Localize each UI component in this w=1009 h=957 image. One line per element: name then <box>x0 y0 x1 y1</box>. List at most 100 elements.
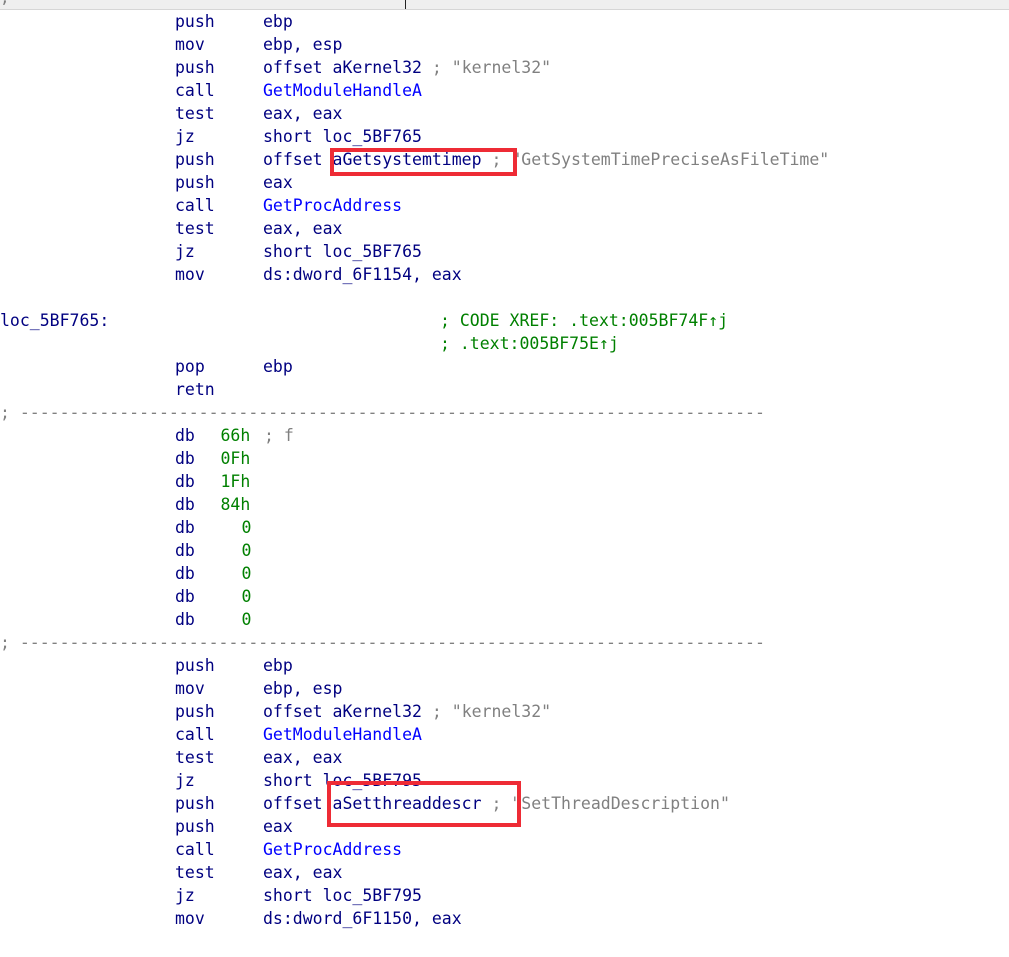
text-caret <box>405 0 406 9</box>
operand-text: ds:dword_6F1154, eax <box>263 265 462 284</box>
operand-text: eax <box>263 173 293 192</box>
db-line[interactable]: db 0 <box>0 585 1009 608</box>
comment: ; f <box>264 426 294 445</box>
api-name[interactable]: GetProcAddress <box>263 840 402 859</box>
mnemonic: test <box>175 104 215 123</box>
operand: GetProcAddress <box>263 838 402 861</box>
asm-line[interactable]: mov ebp, esp <box>0 33 1009 56</box>
operand: ebp <box>263 10 293 33</box>
operand-text: short loc_5BF765 <box>263 127 422 146</box>
mnemonic: call <box>175 725 215 744</box>
api-name[interactable]: GetProcAddress <box>263 196 402 215</box>
xref-comment[interactable]: ; CODE XREF: .text:005BF74F↑j <box>440 309 728 332</box>
highlight-box-getsystemtimep <box>330 148 517 176</box>
mnemonic: push <box>175 12 215 31</box>
api-name[interactable]: GetModuleHandleA <box>263 725 422 744</box>
mnemonic: jz <box>175 771 195 790</box>
code-label[interactable]: loc_5BF765: <box>0 309 109 332</box>
asm-line[interactable]: push ebp <box>0 10 1009 33</box>
asm-line[interactable]: push offset aKernel32 ; "kernel32" <box>0 56 1009 79</box>
operand-text: ebp <box>263 656 293 675</box>
db-line[interactable]: db 0Fh <box>0 447 1009 470</box>
mnemonic: push <box>175 173 215 192</box>
asm-line[interactable]: jz short loc_5BF765 <box>0 240 1009 263</box>
mnemonic: jz <box>175 242 195 261</box>
mnemonic: call <box>175 196 215 215</box>
label-line[interactable]: loc_5BF765: ; CODE XREF: .text:005BF74F↑j <box>0 309 1009 332</box>
db-directive: db <box>175 472 195 491</box>
highlight-box-setthreaddescr <box>327 781 521 827</box>
operand: offset aKernel32 ; "kernel32" <box>263 700 551 723</box>
db-line[interactable]: db 0 <box>0 539 1009 562</box>
db-line[interactable]: db 0 <box>0 516 1009 539</box>
operand: eax, eax <box>263 217 342 240</box>
asm-line[interactable]: pop ebp <box>0 355 1009 378</box>
db-value: 0 <box>241 610 252 629</box>
comment: ; "kernel32" <box>431 58 552 77</box>
operand: eax, eax <box>263 746 342 769</box>
operand: short loc_5BF765 <box>263 125 422 148</box>
asm-line[interactable]: call GetProcAddress <box>0 194 1009 217</box>
xref-line[interactable]: ; .text:005BF75E↑j <box>0 332 1009 355</box>
mnemonic: jz <box>175 886 195 905</box>
xref-comment[interactable]: ; .text:005BF75E↑j <box>440 332 619 355</box>
operand: ebp <box>263 355 293 378</box>
mnemonic: mov <box>175 909 205 928</box>
asm-line[interactable]: call GetProcAddress <box>0 838 1009 861</box>
db-line[interactable]: db 84h <box>0 493 1009 516</box>
operand-text: ebp, esp <box>263 35 343 54</box>
asm-line[interactable]: jz short loc_5BF765 <box>0 125 1009 148</box>
db-line[interactable]: db 66h ; f <box>0 424 1009 447</box>
mnemonic: test <box>175 863 215 882</box>
api-name[interactable]: GetModuleHandleA <box>263 81 422 100</box>
operand-text: eax, eax <box>263 104 343 123</box>
mnemonic: push <box>175 794 215 813</box>
operand: ebp <box>263 654 293 677</box>
db-directive: db <box>175 449 195 468</box>
separator: ; --------------------------------------… <box>0 403 765 422</box>
operand-text: eax <box>263 817 293 836</box>
operand: GetModuleHandleA <box>263 79 422 102</box>
db-value: 0 <box>241 587 252 606</box>
db-value: 0 <box>241 541 252 560</box>
db-line[interactable]: db 0 <box>0 608 1009 631</box>
asm-line[interactable]: mov ebp, esp <box>0 677 1009 700</box>
mnemonic: test <box>175 219 215 238</box>
operand: eax, eax <box>263 102 342 125</box>
asm-line[interactable]: push offset aKernel32 ; "kernel32" <box>0 700 1009 723</box>
operand-text: ebp <box>263 12 293 31</box>
mnemonic: jz <box>175 127 195 146</box>
mnemonic: push <box>175 656 215 675</box>
mnemonic: push <box>175 58 215 77</box>
operand: short loc_5BF765 <box>263 240 422 263</box>
mnemonic: mov <box>175 35 205 54</box>
asm-line[interactable]: test eax, eax <box>0 861 1009 884</box>
operand: offset aKernel32 ; "kernel32" <box>263 56 551 79</box>
top-scroll-bar: ; <box>0 0 1009 10</box>
asm-line[interactable]: call GetModuleHandleA <box>0 723 1009 746</box>
asm-line[interactable]: call GetModuleHandleA <box>0 79 1009 102</box>
operand-text: short loc_5BF765 <box>263 242 422 261</box>
db-line[interactable]: db 1Fh <box>0 470 1009 493</box>
operand-text: eax, eax <box>263 863 343 882</box>
operand-text: ebp <box>263 357 293 376</box>
operand-text: eax, eax <box>263 219 343 238</box>
asm-line[interactable]: test eax, eax <box>0 746 1009 769</box>
mnemonic: push <box>175 817 215 836</box>
asm-line[interactable]: mov ds:dword_6F1150, eax <box>0 907 1009 930</box>
asm-line[interactable]: mov ds:dword_6F1154, eax <box>0 263 1009 286</box>
db-line[interactable]: db 0 <box>0 562 1009 585</box>
asm-line[interactable]: test eax, eax <box>0 217 1009 240</box>
mnemonic: call <box>175 840 215 859</box>
operand-text: eax, eax <box>263 748 343 767</box>
operand: ds:dword_6F1154, eax <box>263 263 462 286</box>
mnemonic: mov <box>175 265 205 284</box>
db-value: 0 <box>241 564 252 583</box>
operand: GetProcAddress <box>263 194 402 217</box>
asm-line[interactable]: test eax, eax <box>0 102 1009 125</box>
asm-line[interactable]: retn <box>0 378 1009 401</box>
mnemonic: push <box>175 150 215 169</box>
operand: eax <box>263 815 293 838</box>
asm-line[interactable]: jz short loc_5BF795 <box>0 884 1009 907</box>
asm-line[interactable]: push ebp <box>0 654 1009 677</box>
